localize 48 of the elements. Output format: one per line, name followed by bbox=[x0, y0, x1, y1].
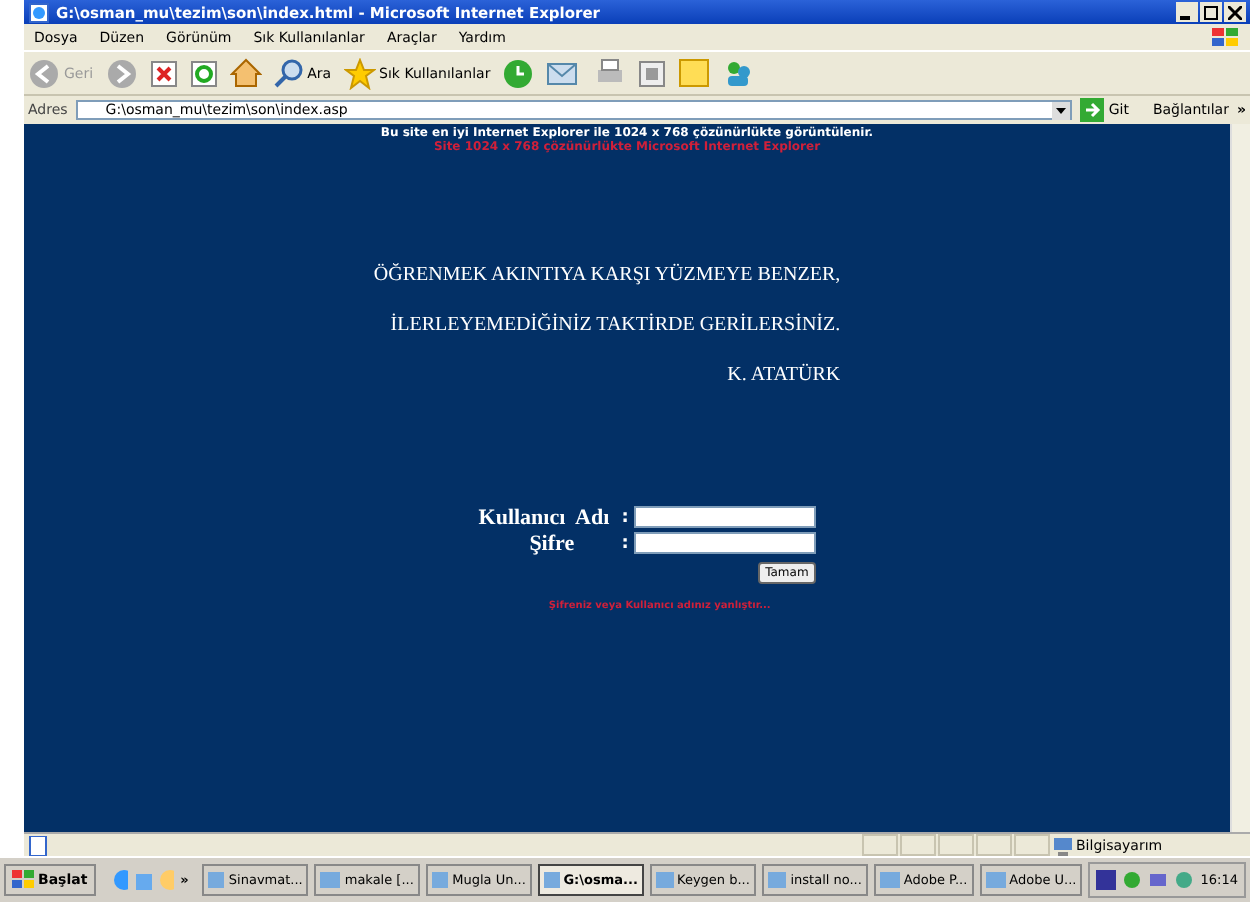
status-panel bbox=[900, 834, 936, 856]
windows-logo-icon bbox=[1210, 25, 1242, 49]
window-icon bbox=[879, 870, 900, 890]
status-panel bbox=[862, 834, 898, 856]
password-label: Şifre bbox=[527, 531, 577, 555]
window-icon bbox=[543, 870, 560, 890]
status-panel bbox=[938, 834, 974, 856]
window-icon bbox=[655, 870, 673, 890]
stop-icon[interactable] bbox=[149, 59, 178, 87]
maximize-icon bbox=[1204, 5, 1218, 19]
maximize-button[interactable] bbox=[1200, 2, 1222, 22]
refresh-icon[interactable] bbox=[189, 59, 218, 87]
scrollbar[interactable] bbox=[1230, 124, 1250, 832]
window-icon bbox=[985, 870, 1006, 890]
note-icon[interactable] bbox=[678, 58, 711, 88]
dropdown-icon[interactable] bbox=[1052, 101, 1071, 119]
window-icon bbox=[767, 870, 787, 890]
window-icon bbox=[208, 870, 225, 890]
colon-text: : bbox=[621, 533, 629, 553]
close-button[interactable] bbox=[1224, 2, 1246, 22]
quote-author: K. ATATÜRK bbox=[727, 364, 841, 386]
minimize-button[interactable] bbox=[1176, 2, 1198, 22]
star-icon bbox=[343, 57, 376, 89]
mail-icon[interactable] bbox=[546, 59, 583, 87]
username-label: Kullanıcı Adı bbox=[476, 505, 612, 529]
printer-icon[interactable] bbox=[594, 58, 627, 88]
history-icon[interactable] bbox=[502, 57, 535, 89]
search-icon bbox=[273, 58, 304, 88]
arrow-icon bbox=[1080, 98, 1105, 122]
tray-icon[interactable] bbox=[1096, 870, 1117, 890]
close-icon bbox=[1228, 5, 1242, 19]
status-panel bbox=[1014, 834, 1050, 856]
colon-text: : bbox=[621, 507, 629, 527]
forward-button[interactable] bbox=[105, 57, 138, 89]
computer-icon bbox=[1052, 835, 1074, 855]
windows-logo-icon bbox=[12, 870, 34, 890]
status-panel bbox=[976, 834, 1012, 856]
password-field[interactable] bbox=[634, 532, 817, 554]
quote-line: İLERLEYEMEDİĞİNİZ TAKTİRDE GERİLERSİNİZ. bbox=[390, 314, 841, 336]
tray-icon[interactable] bbox=[1148, 870, 1169, 890]
quote-line: ÖĞRENMEK AKINTIYA KARŞI YÜZMEYE BENZER, bbox=[373, 264, 841, 286]
window-icon bbox=[320, 870, 341, 890]
edit-icon[interactable] bbox=[638, 59, 667, 87]
folder-icon[interactable] bbox=[134, 868, 152, 892]
home-icon[interactable] bbox=[229, 58, 262, 88]
window-icon bbox=[431, 870, 449, 890]
username-field[interactable] bbox=[634, 506, 817, 528]
messenger-icon[interactable] bbox=[722, 58, 755, 88]
